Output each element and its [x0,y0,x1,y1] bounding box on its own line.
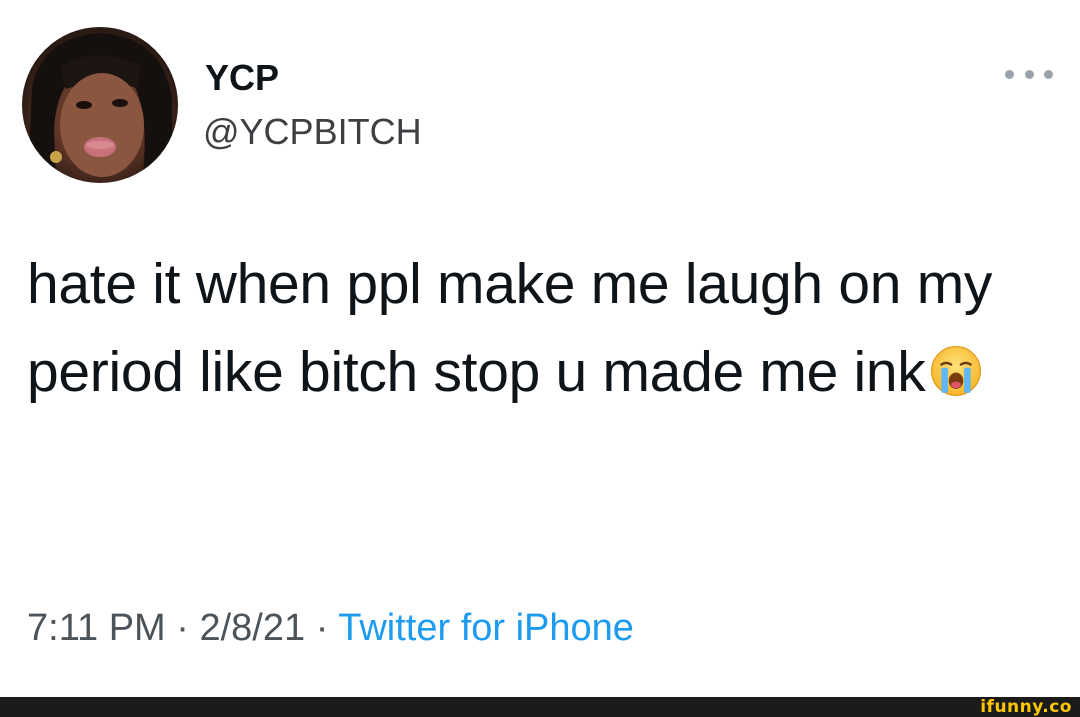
tweet-time[interactable]: 7:11 PM [27,607,166,649]
tweet-meta: 7:11 PM · 2/8/21 · Twitter for iPhone [27,606,634,650]
loudly-crying-face-icon [930,346,981,396]
more-options-icon[interactable] [1005,62,1053,86]
tweet-source-link[interactable]: Twitter for iPhone [338,607,634,649]
tweet-text-block: hate it when ppl make me laugh on my per… [27,240,1057,416]
tweet-card: YCP @YCPBITCH hate it when ppl make me l… [0,0,1080,697]
dot [1044,69,1053,79]
watermark-bar: ifunny.co [0,697,1080,717]
ifunny-watermark: ifunny.co [980,697,1072,717]
meta-separator: · [165,607,200,649]
avatar[interactable] [22,27,178,183]
avatar-image [28,33,172,183]
user-handle[interactable]: @YCPBITCH [203,112,422,152]
meta-separator: · [305,607,339,649]
tweet-text: hate it when ppl make me laugh on my per… [27,252,993,404]
dot [1024,69,1034,79]
dot [1005,69,1014,79]
display-name[interactable]: YCP [205,58,279,98]
tweet-date[interactable]: 2/8/21 [199,607,305,649]
